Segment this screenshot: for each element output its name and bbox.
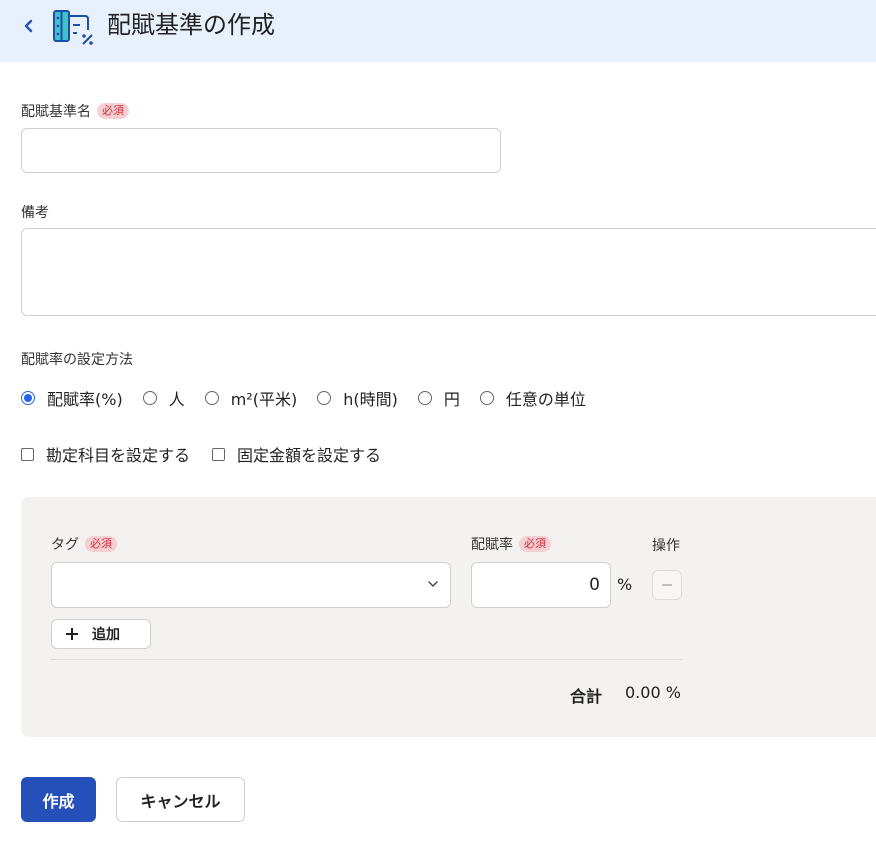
method-radio-group: 配賦率(%) 人 m²(平米) h(時間) 円 任意の単位 [21,386,606,410]
radio-indicator-checked[interactable] [21,391,35,405]
note-textarea[interactable] [21,228,876,316]
radio-yen[interactable]: 円 [417,386,460,410]
create-button[interactable]: 作成 [21,777,96,822]
note-label: 備考 [21,205,49,221]
method-label: 配賦率の設定方法 [21,352,133,368]
radio-indicator[interactable] [317,391,332,405]
allocation-table-icon [53,10,93,45]
fixed-amount-checkbox-item[interactable]: 固定金額を設定する [212,442,381,466]
name-label-text: 配賦基準名 [21,104,91,120]
remove-row-button[interactable] [652,570,682,600]
radio-indicator[interactable] [479,391,494,405]
radio-custom-unit[interactable]: 任意の単位 [479,386,586,410]
table-divider [51,659,682,660]
rate-header: 配賦率 必須 [471,535,551,555]
allocation-name-input[interactable] [21,128,501,173]
radio-label: 人 [168,390,185,409]
back-button[interactable] [18,15,40,37]
total-value: 0.00 % [625,683,681,702]
chevron-left-icon [24,19,33,33]
required-badge: 必須 [519,536,551,552]
radio-label: m²(平米) [230,390,298,409]
options-checkbox-group: 勘定科目を設定する 固定金額を設定する [21,442,403,466]
minus-icon [662,584,672,586]
radio-label: 任意の単位 [505,390,586,409]
tag-header-text: タグ [51,537,79,553]
total-label: 合計 [570,687,603,706]
radio-label: 円 [443,390,460,409]
name-label: 配賦基準名 必須 [21,102,129,122]
allocation-panel: タグ 必須 配賦率 必須 操作 0 % 追加 合計 0.00 % [21,497,876,737]
radio-indicator[interactable] [417,391,432,405]
rate-input[interactable]: 0 [471,562,611,608]
radio-person[interactable]: 人 [142,386,185,410]
radio-indicator[interactable] [204,391,219,405]
account-checkbox[interactable] [21,447,34,461]
fixed-amount-checkbox[interactable] [212,447,226,461]
radio-label: h(時間) [343,390,398,409]
plus-icon [66,628,78,640]
rate-unit: % [617,575,633,594]
checkbox-label: 固定金額を設定する [237,446,382,465]
page-title: 配賦基準の作成 [107,11,275,39]
page-header: 配賦基準の作成 [0,0,876,62]
rate-header-text: 配賦率 [471,537,513,553]
radio-square-meter[interactable]: m²(平米) [204,386,298,410]
add-row-label: 追加 [92,627,120,643]
add-row-button[interactable]: 追加 [51,619,151,649]
account-checkbox-item[interactable]: 勘定科目を設定する [21,442,190,466]
cancel-button[interactable]: キャンセル [116,777,245,822]
radio-hour[interactable]: h(時間) [317,386,398,410]
checkbox-label: 勘定科目を設定する [46,446,191,465]
radio-indicator[interactable] [142,391,157,405]
radio-label: 配賦率(%) [47,390,123,409]
chevron-down-icon [428,581,438,587]
tag-header: タグ 必須 [51,535,117,555]
required-badge: 必須 [85,536,117,552]
required-badge: 必須 [97,103,129,119]
action-header: 操作 [652,538,680,554]
radio-percent[interactable]: 配賦率(%) [21,386,123,410]
tag-select[interactable] [51,562,451,608]
